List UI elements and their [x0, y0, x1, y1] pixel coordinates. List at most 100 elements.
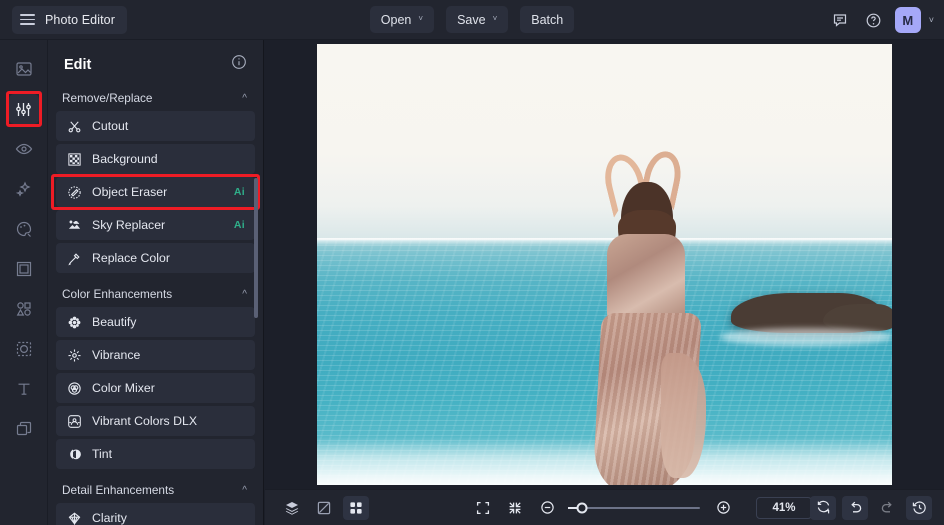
chevron-up-icon[interactable]: ^: [242, 485, 247, 496]
section-header-detail-enhancements[interactable]: Detail Enhancements ^: [48, 477, 263, 503]
rail-item-sticker[interactable]: [9, 334, 39, 364]
section-label: Color Enhancements: [62, 287, 173, 301]
section-items-remove-replace: Cutout Background Object Eraser Ai Sky R…: [48, 111, 263, 273]
chevron-down-icon: ˅: [418, 14, 424, 23]
menu-item-tint[interactable]: Tint: [56, 439, 255, 469]
save-button[interactable]: Save ˅: [446, 6, 509, 33]
app-menu-brand[interactable]: Photo Editor: [12, 5, 127, 34]
photo-canvas[interactable]: [317, 44, 892, 485]
menu-item-beautify[interactable]: Beautify: [56, 307, 255, 337]
menu-item-label: Tint: [92, 447, 113, 461]
mixer-icon: [68, 381, 81, 395]
checkerboard-icon: [68, 152, 81, 166]
slider-track[interactable]: [576, 502, 700, 513]
zoom-slider[interactable]: [568, 502, 700, 513]
zoom-out-icon[interactable]: [534, 496, 560, 520]
reset-icon[interactable]: [810, 495, 836, 520]
menu-item-clarity[interactable]: Clarity: [56, 503, 255, 525]
ai-badge: Ai: [233, 219, 245, 231]
menu-item-color-mixer[interactable]: Color Mixer: [56, 373, 255, 403]
bottom-left-tools: [279, 495, 369, 520]
menu-item-label: Color Mixer: [92, 381, 155, 395]
panel-header: Edit: [48, 40, 263, 85]
history-icon[interactable]: [906, 495, 932, 520]
tint-icon: [70, 448, 81, 459]
vibrant-icon: [68, 414, 81, 428]
menu-item-cutout[interactable]: Cutout: [56, 111, 255, 141]
flower-icon: [68, 316, 81, 328]
dropper-icon: [68, 252, 80, 265]
bottom-right-tools: [810, 495, 932, 520]
section-label: Remove/Replace: [62, 91, 153, 105]
menu-item-label: Clarity: [92, 511, 127, 525]
menu-item-sky-replacer[interactable]: Sky Replacer Ai: [56, 210, 255, 240]
feedback-icon[interactable]: [827, 7, 853, 33]
menu-item-vibrant-colors-dlx[interactable]: Vibrant Colors DLX: [56, 406, 255, 436]
compare-icon[interactable]: [311, 496, 337, 520]
burst-icon: [68, 349, 81, 361]
slider-handle[interactable]: [576, 502, 588, 513]
menu-item-label: Object Eraser: [92, 185, 168, 199]
top-right-controls: M ˅: [827, 0, 934, 40]
open-label: Open: [380, 12, 412, 27]
panel-scrollbar[interactable]: [254, 178, 258, 318]
section-items-detail-enhancements: Clarity: [48, 503, 263, 525]
rail-item-eye[interactable]: [9, 134, 39, 164]
ai-badge: Ai: [233, 186, 245, 198]
section-header-remove-replace[interactable]: Remove/Replace ^: [48, 85, 263, 111]
chevron-down-icon: ˅: [492, 14, 498, 23]
hamburger-icon[interactable]: [20, 14, 35, 25]
woman-subject: [564, 147, 737, 485]
rail-item-frame[interactable]: [9, 254, 39, 284]
undo-icon[interactable]: [842, 495, 868, 520]
bottom-toolbar: 41%: [265, 489, 944, 525]
save-label: Save: [457, 12, 486, 27]
menu-item-label: Cutout: [92, 119, 129, 133]
scissors-icon: [68, 120, 81, 132]
edit-panel: Edit Remove/Replace ^ Cutout Background …: [48, 40, 264, 525]
zoom-controls: 41%: [470, 496, 812, 520]
dress-flowing-hem: [660, 352, 706, 479]
shrink-icon[interactable]: [502, 496, 528, 520]
menu-item-background[interactable]: Background: [56, 144, 255, 174]
canvas-area[interactable]: [265, 40, 944, 489]
zoom-level-value[interactable]: 41%: [756, 496, 812, 519]
avatar[interactable]: M: [894, 7, 921, 33]
chevron-up-icon[interactable]: ^: [242, 289, 247, 300]
rail-item-palette[interactable]: [9, 214, 39, 244]
rail-item-shapes[interactable]: [9, 294, 39, 324]
zoom-in-icon[interactable]: [710, 496, 736, 520]
grid-icon[interactable]: [343, 495, 369, 520]
menu-item-label: Sky Replacer: [92, 218, 166, 232]
chevron-up-icon[interactable]: ^: [242, 93, 247, 104]
batch-button[interactable]: Batch: [520, 6, 575, 33]
menu-item-replace-color[interactable]: Replace Color: [56, 243, 255, 273]
photo-editor-window: Photo Editor Open ˅ Save ˅ Batch M ˅ Edi…: [0, 0, 944, 525]
diamond-icon: [68, 512, 81, 525]
rail-item-layers[interactable]: [9, 414, 39, 444]
chevron-down-icon[interactable]: ˅: [929, 15, 934, 25]
rock-foam: [719, 328, 892, 347]
app-title: Photo Editor: [45, 12, 115, 27]
rail-item-text[interactable]: [9, 374, 39, 404]
menu-item-label: Beautify: [92, 315, 137, 329]
rail-item-effects[interactable]: [9, 174, 39, 204]
fit-screen-icon[interactable]: [470, 496, 496, 520]
menu-item-vibrance[interactable]: Vibrance: [56, 340, 255, 370]
open-button[interactable]: Open ˅: [369, 6, 435, 33]
eraser-icon: [68, 185, 81, 199]
menu-item-object-eraser[interactable]: Object Eraser Ai: [51, 174, 260, 210]
help-icon[interactable]: [861, 7, 887, 33]
info-icon[interactable]: [231, 54, 247, 75]
menu-item-label: Background: [92, 152, 158, 166]
section-label: Detail Enhancements: [62, 483, 175, 497]
layers-icon[interactable]: [279, 496, 305, 520]
redo-icon[interactable]: [874, 496, 900, 520]
top-toolbar: Photo Editor Open ˅ Save ˅ Batch M ˅: [0, 0, 944, 40]
batch-label: Batch: [531, 12, 564, 27]
menu-item-label: Vibrant Colors DLX: [92, 414, 198, 428]
rail-item-adjust[interactable]: [5, 91, 42, 127]
page-title: Edit: [64, 56, 92, 73]
rail-item-image[interactable]: [9, 54, 39, 84]
section-header-color-enhancements[interactable]: Color Enhancements ^: [48, 281, 263, 307]
